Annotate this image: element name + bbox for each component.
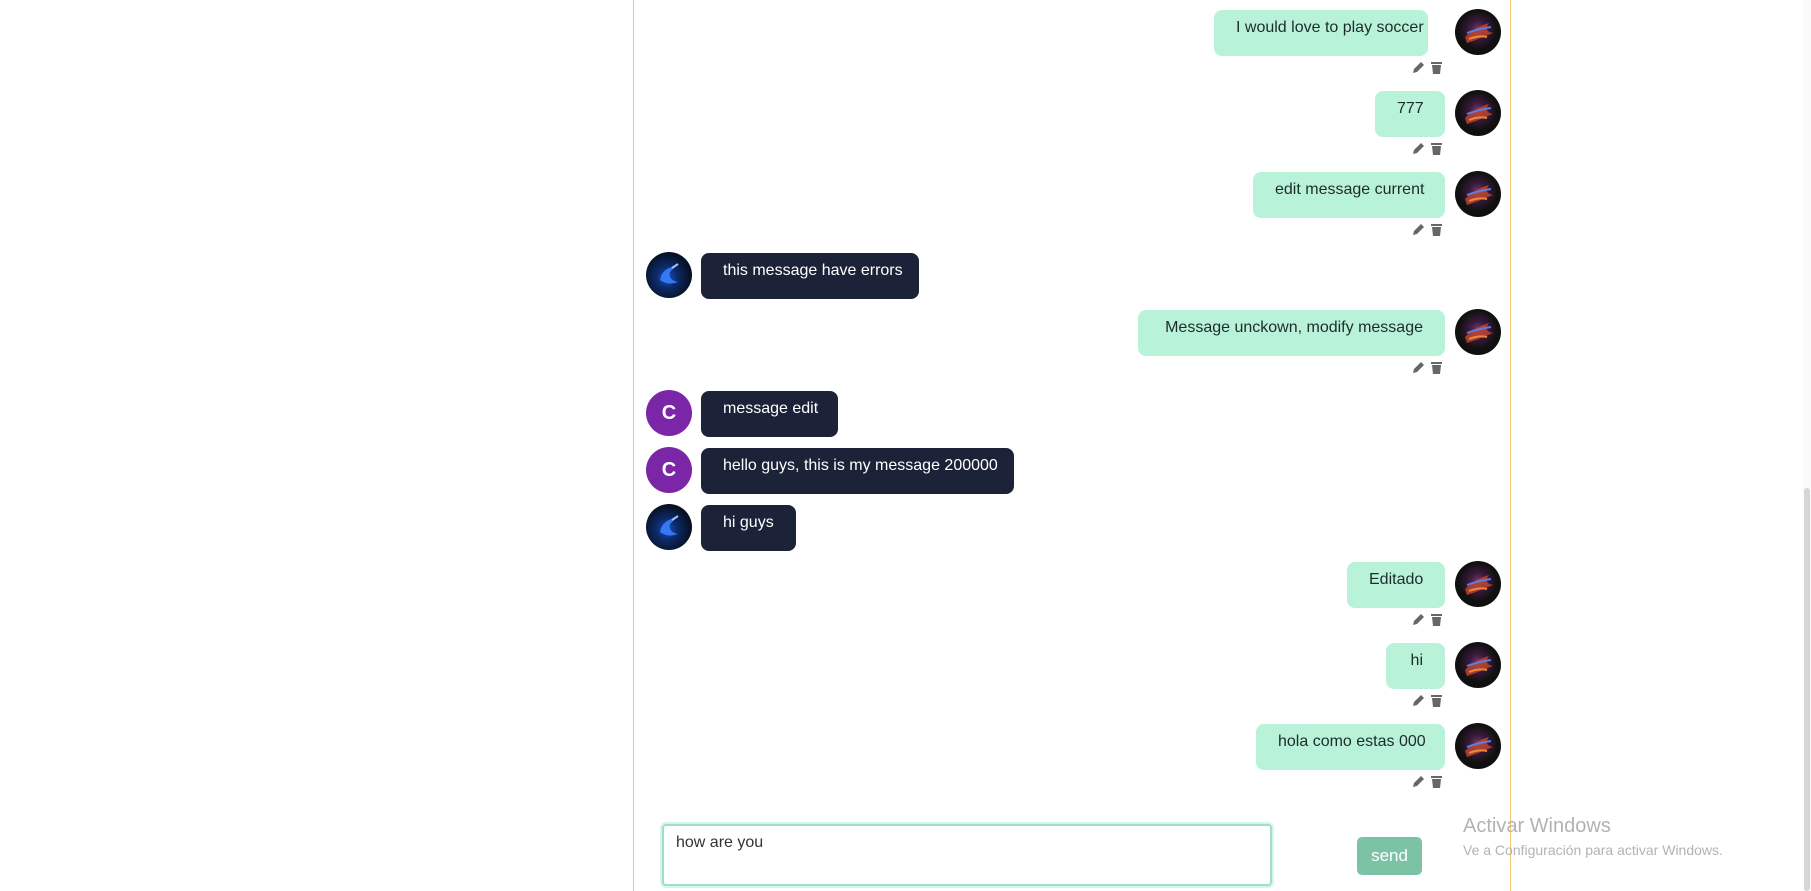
watermark-subtitle: Ve a Configuración para activar Windows.: [1463, 842, 1723, 858]
pencil-icon[interactable]: [1411, 693, 1426, 708]
pencil-icon[interactable]: [1411, 60, 1426, 75]
trash-icon[interactable]: [1429, 60, 1444, 75]
contact-avatar-initial: C: [646, 390, 692, 436]
trash-icon[interactable]: [1429, 774, 1444, 789]
user-avatar: [1455, 642, 1501, 688]
trash-icon[interactable]: [1429, 360, 1444, 375]
pencil-icon[interactable]: [1411, 774, 1426, 789]
user-avatar: [1455, 9, 1501, 55]
trash-icon[interactable]: [1429, 222, 1444, 237]
user-avatar: [1455, 723, 1501, 769]
message-bubble-other: message edit: [701, 391, 838, 437]
pencil-icon[interactable]: [1411, 222, 1426, 237]
pencil-icon[interactable]: [1411, 141, 1426, 156]
message-bubble-other: hi guys: [701, 505, 796, 551]
pencil-icon[interactable]: [1411, 360, 1426, 375]
send-button[interactable]: send: [1357, 837, 1422, 875]
message-bubble-other: this message have errors: [701, 253, 919, 299]
message-bubble-mine: 777: [1375, 91, 1445, 137]
user-avatar: [1455, 309, 1501, 355]
contact-avatar-initial: C: [646, 447, 692, 493]
contact-avatar: [646, 504, 692, 550]
message-bubble-mine: Message unckown, modify message: [1138, 310, 1445, 356]
message-actions: [1411, 222, 1444, 238]
message-actions: [1411, 693, 1444, 709]
windows-activation-watermark: Activar Windows Ve a Configuración para …: [1463, 814, 1723, 860]
message-actions: [1411, 360, 1444, 376]
message-bubble-mine: I would love to play soccer: [1214, 10, 1428, 56]
message-bubble-mine: hi: [1386, 643, 1445, 689]
chat-panel: I would love to play soccer 777 edit mes…: [633, 0, 1511, 891]
message-bubble-mine: hola como estas 000: [1256, 724, 1445, 770]
message-bubble-mine: edit message current: [1253, 172, 1445, 218]
message-actions: [1411, 141, 1444, 157]
page-scrollbar[interactable]: [1803, 0, 1811, 891]
pencil-icon[interactable]: [1411, 612, 1426, 627]
trash-icon[interactable]: [1429, 141, 1444, 156]
message-actions: [1411, 60, 1444, 76]
message-input[interactable]: how are you: [662, 824, 1272, 886]
trash-icon[interactable]: [1429, 693, 1444, 708]
user-avatar: [1455, 90, 1501, 136]
trash-icon[interactable]: [1429, 612, 1444, 627]
message-actions: [1411, 774, 1444, 790]
user-avatar: [1455, 561, 1501, 607]
message-bubble-mine: Editado: [1347, 562, 1445, 608]
user-avatar: [1455, 171, 1501, 217]
message-actions: [1411, 612, 1444, 628]
watermark-title: Activar Windows: [1463, 815, 1611, 837]
contact-avatar: [646, 252, 692, 298]
message-bubble-other: hello guys, this is my message 200000: [701, 448, 1014, 494]
scrollbar-thumb[interactable]: [1804, 488, 1810, 891]
